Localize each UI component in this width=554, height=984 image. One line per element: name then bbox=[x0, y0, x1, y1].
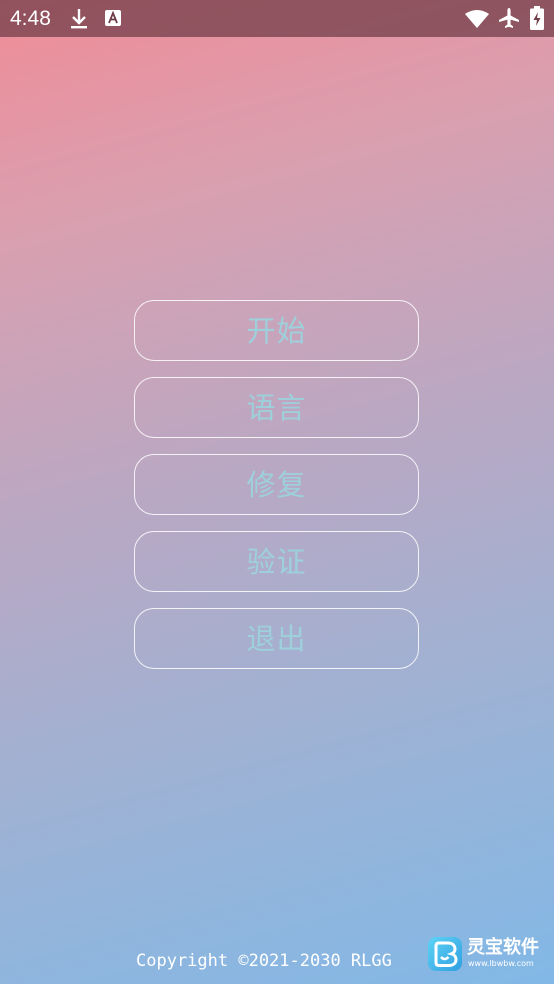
status-bar: 4:48 bbox=[0, 0, 554, 37]
lingbao-logo-icon bbox=[428, 937, 462, 971]
start-button[interactable]: 开始 bbox=[134, 300, 419, 361]
airplane-mode-icon bbox=[498, 7, 520, 33]
status-time: 4:48 bbox=[10, 7, 51, 30]
a-badge-icon bbox=[104, 9, 122, 31]
battery-charging-icon bbox=[530, 6, 544, 34]
main-menu: 开始 语言 修复 验证 退出 bbox=[134, 300, 419, 685]
exit-button[interactable]: 退出 bbox=[134, 608, 419, 669]
watermark-name: 灵宝软件 bbox=[467, 937, 539, 958]
wifi-icon bbox=[465, 10, 489, 32]
copyright-text: Copyright ©2021-2030 RLGG bbox=[136, 951, 392, 971]
watermark-site: www.lbwbw.com bbox=[468, 959, 534, 968]
watermark: 灵宝软件 www.lbwbw.com bbox=[428, 937, 548, 975]
repair-button[interactable]: 修复 bbox=[134, 454, 419, 515]
download-icon bbox=[70, 8, 88, 34]
language-button[interactable]: 语言 bbox=[134, 377, 419, 438]
verify-button[interactable]: 验证 bbox=[134, 531, 419, 592]
